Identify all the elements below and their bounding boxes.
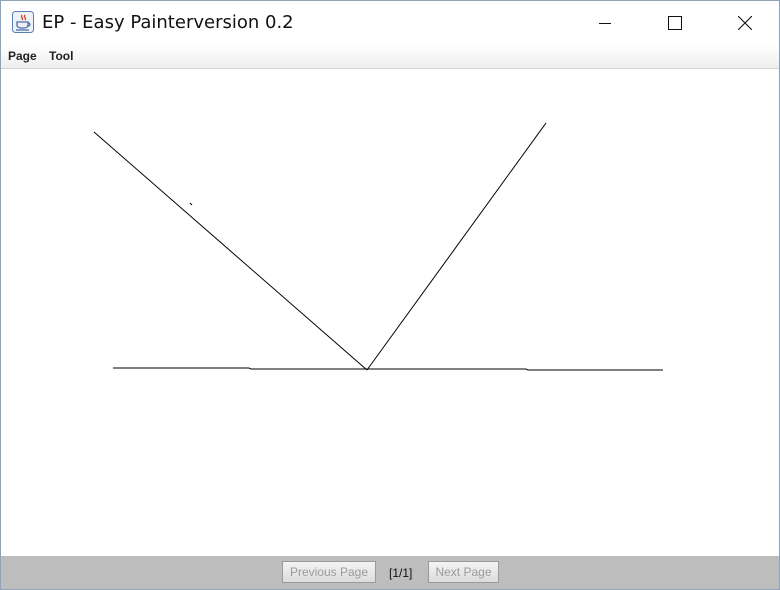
maximize-icon bbox=[668, 16, 682, 30]
page-indicator: [1/1] bbox=[389, 566, 413, 580]
previous-page-button[interactable]: Previous Page bbox=[282, 561, 376, 583]
menu-bar: Page Tool bbox=[1, 45, 779, 69]
title-bar[interactable]: EP - Easy Painterversion 0.2 bbox=[1, 1, 779, 45]
java-cup-icon bbox=[12, 11, 34, 33]
maximize-button[interactable] bbox=[652, 1, 698, 45]
drawn-line-right-diagonal bbox=[366, 122, 547, 371]
app-window: EP - Easy Painterversion 0.2 Page Tool P… bbox=[0, 0, 780, 590]
minimize-button[interactable] bbox=[582, 1, 628, 45]
close-button[interactable] bbox=[722, 1, 768, 45]
drawing-canvas[interactable] bbox=[1, 69, 779, 556]
menu-page[interactable]: Page bbox=[8, 49, 37, 63]
menu-tool[interactable]: Tool bbox=[49, 49, 73, 63]
drawn-line-left-diagonal bbox=[93, 131, 368, 371]
pagination-bar: Previous Page [1/1] Next Page bbox=[1, 556, 779, 589]
window-title: EP - Easy Painterversion 0.2 bbox=[42, 12, 294, 33]
drawn-line-horizontal bbox=[113, 367, 663, 371]
canvas-drawing bbox=[93, 122, 663, 371]
drawn-dot bbox=[189, 202, 193, 206]
close-icon bbox=[738, 16, 752, 30]
minimize-icon bbox=[599, 23, 611, 24]
next-page-button[interactable]: Next Page bbox=[428, 561, 499, 583]
